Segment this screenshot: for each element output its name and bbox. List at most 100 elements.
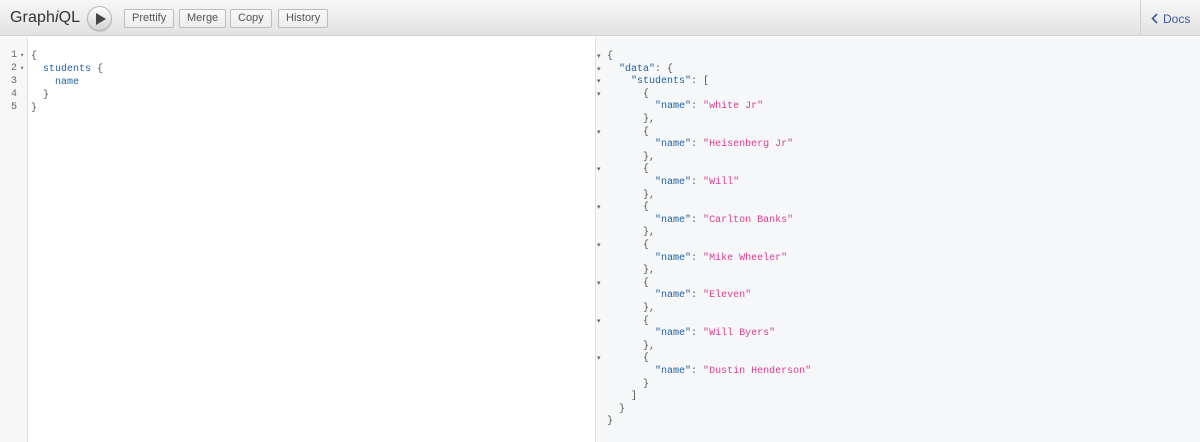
result-punctuation: },: [607, 227, 656, 238]
quote: ": [805, 366, 812, 377]
result-line: {: [607, 163, 649, 176]
result-key: "name": [655, 101, 692, 112]
result-punctuation: :: [691, 290, 704, 301]
query-field: name: [55, 77, 80, 88]
result-punctuation: :: [691, 328, 704, 339]
result-punctuation: [607, 366, 655, 377]
query-editor[interactable]: [0, 37, 596, 442]
query-code-line[interactable]: name: [31, 76, 79, 89]
result-key: "name": [655, 253, 692, 264]
fold-arrow-icon[interactable]: ▾: [20, 50, 24, 63]
line-number-text: 1: [11, 50, 18, 61]
fold-arrow-icon[interactable]: ▾: [597, 163, 601, 176]
fold-arrow-icon[interactable]: ▾: [597, 126, 601, 139]
query-code-line[interactable]: }: [31, 89, 49, 102]
result-punctuation: }: [607, 379, 650, 390]
result-line: {: [607, 201, 649, 214]
result-punctuation: :: [691, 101, 704, 112]
line-number: 5: [0, 102, 28, 115]
merge-button[interactable]: Merge: [179, 9, 227, 28]
history-button[interactable]: History: [278, 9, 329, 28]
result-line: "name": "Will": [607, 176, 739, 189]
toolbar: GraphiQL Prettify Merge Copy History Doc…: [0, 0, 1200, 36]
result-name-value: Will Byers: [709, 328, 770, 339]
result-punctuation: {: [607, 51, 614, 62]
query-code-line[interactable]: {: [31, 50, 37, 63]
quote: ": [781, 253, 788, 264]
result-punctuation: },: [607, 303, 656, 314]
result-punctuation: [607, 215, 655, 226]
result-key: "name": [655, 290, 692, 301]
result-name-value: Mike Wheeler: [709, 253, 782, 264]
quote: ": [757, 101, 764, 112]
fold-arrow-icon[interactable]: ▾: [597, 75, 601, 88]
fold-arrow-icon[interactable]: ▾: [597, 88, 601, 101]
result-line: "name": "Dustin Henderson": [607, 365, 811, 378]
result-punctuation: },: [607, 341, 656, 352]
result-line: }: [607, 415, 613, 428]
fold-arrow-icon[interactable]: ▾: [597, 315, 601, 328]
docs-label: Docs: [1163, 12, 1191, 26]
result-key: "students": [631, 76, 692, 87]
quote: ": [769, 328, 776, 339]
result-name-value: Will: [709, 177, 734, 188]
result-punctuation: {: [607, 316, 650, 327]
result-punctuation: }: [607, 404, 626, 415]
query-code-line[interactable]: students {: [31, 63, 103, 76]
line-number: 1 ▾: [0, 50, 28, 63]
query-punctuation: {: [31, 51, 38, 62]
result-punctuation: },: [607, 265, 656, 276]
copy-button[interactable]: Copy: [230, 9, 272, 28]
result-punctuation: [607, 101, 655, 112]
quote: ": [787, 139, 794, 150]
result-key: "name": [655, 328, 692, 339]
result-name-value: white Jr: [709, 101, 758, 112]
result-punctuation: :: [691, 139, 704, 150]
result-line: "name": "white Jr": [607, 100, 763, 113]
app-title: GraphiQL: [10, 9, 80, 27]
result-punctuation: {: [607, 278, 650, 289]
query-code-line[interactable]: }: [31, 102, 37, 115]
result-punctuation: : {: [655, 64, 674, 75]
line-number-text: 3: [11, 76, 18, 87]
query-punctuation: }: [31, 103, 38, 114]
quote: ": [745, 290, 752, 301]
fold-arrow-icon[interactable]: ▾: [597, 50, 601, 63]
result-punctuation: [607, 76, 631, 87]
fold-arrow-icon[interactable]: ▾: [597, 201, 601, 214]
result-punctuation: [607, 177, 655, 188]
result-key: "name": [655, 215, 692, 226]
result-key: "name": [655, 177, 692, 188]
result-punctuation: {: [607, 353, 650, 364]
execute-query-button[interactable]: [87, 6, 112, 31]
result-line: },: [607, 226, 655, 239]
result-punctuation: },: [607, 152, 656, 163]
fold-arrow-icon[interactable]: ▾: [597, 277, 601, 290]
result-line: ]: [607, 390, 637, 403]
line-number-text: 5: [11, 102, 18, 113]
line-number-text: 4: [11, 89, 18, 100]
result-line: "name": "Will Byers": [607, 327, 775, 340]
app-title-prefix: Graph: [10, 9, 55, 26]
fold-arrow-icon[interactable]: ▾: [597, 352, 601, 365]
result-key: "name": [655, 139, 692, 150]
result-name-value: Carlton Banks: [709, 215, 788, 226]
fold-arrow-icon[interactable]: ▾: [597, 239, 601, 252]
result-line: {: [607, 239, 649, 252]
line-number: 4: [0, 89, 28, 102]
result-punctuation: [607, 328, 655, 339]
fold-arrow-icon[interactable]: ▾: [20, 63, 24, 76]
result-punctuation: :: [691, 215, 704, 226]
result-name-value: Eleven: [709, 290, 746, 301]
app-title-suffix: QL: [58, 9, 81, 26]
chevron-left-icon: [1151, 13, 1158, 24]
result-punctuation: : [: [691, 76, 710, 87]
play-icon: [96, 13, 106, 25]
docs-button[interactable]: Docs: [1140, 0, 1200, 36]
query-punctuation: }: [43, 90, 50, 101]
result-punctuation: [607, 253, 655, 264]
prettify-button[interactable]: Prettify: [124, 9, 175, 28]
